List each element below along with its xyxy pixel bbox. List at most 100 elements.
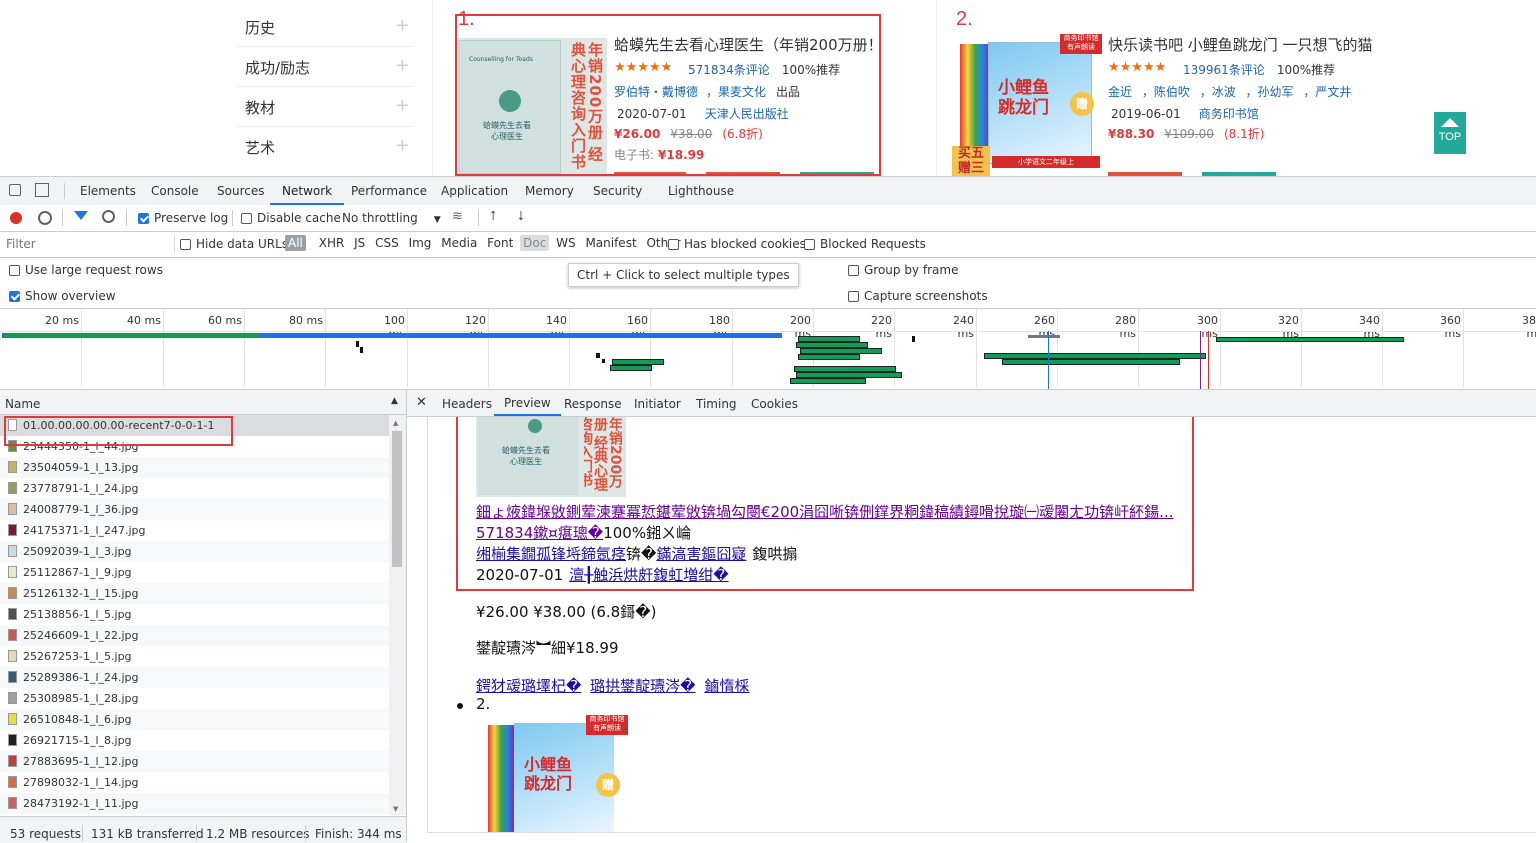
has-blocked-cookies-checkbox[interactable]: Has blocked cookies bbox=[668, 237, 806, 251]
type-doc[interactable]: Doc bbox=[520, 235, 550, 251]
tab-initiator[interactable]: Initiator bbox=[634, 397, 681, 411]
image-file-icon bbox=[8, 650, 17, 662]
type-css[interactable]: CSS bbox=[372, 235, 402, 251]
book-cover[interactable]: 商务印书馆 有声朗读 小鲤鱼跳龙门 赠 买五 赠三 小学语文二年级上 bbox=[952, 34, 1102, 176]
tab-console[interactable]: Console bbox=[151, 177, 199, 205]
type-js[interactable]: JS bbox=[351, 235, 368, 251]
book-title[interactable]: 快乐读书吧 小鲤鱼跳龙门 一只想飞的猫 bbox=[1108, 34, 1373, 55]
request-row[interactable]: 25308985-1_l_28.jpg bbox=[0, 688, 389, 709]
author-link[interactable]: ，陈伯吹 bbox=[1142, 85, 1190, 99]
tab-application[interactable]: Application bbox=[441, 177, 508, 205]
tab-lighthouse[interactable]: Lighthouse bbox=[668, 177, 734, 205]
list-header[interactable]: Name ▲ bbox=[0, 390, 406, 415]
garbled-ebook-link[interactable]: 璐拱鐢靛瓙涔� bbox=[590, 677, 695, 695]
plus-icon[interactable]: + bbox=[395, 55, 410, 76]
garbled-favorite-link[interactable]: 鏀惰棌 bbox=[704, 677, 749, 695]
close-icon[interactable]: ✕ bbox=[416, 395, 427, 410]
show-overview-checkbox[interactable]: Show overview bbox=[9, 289, 116, 303]
cover-badge: 商务印书馆 有声朗读 bbox=[1060, 34, 1102, 54]
sort-up-icon[interactable]: ▲ bbox=[391, 396, 398, 406]
tab-security[interactable]: Security bbox=[593, 177, 642, 205]
request-row[interactable]: 24008779-1_l_36.jpg bbox=[0, 499, 389, 520]
tab-preview[interactable]: Preview bbox=[494, 390, 561, 416]
plus-icon[interactable]: + bbox=[395, 15, 410, 36]
request-row[interactable]: 23504059-1_l_13.jpg bbox=[0, 457, 389, 478]
back-to-top-button[interactable]: TOP bbox=[1434, 112, 1466, 154]
type-manifest[interactable]: Manifest bbox=[582, 235, 639, 251]
author-link[interactable]: ，严文井 bbox=[1303, 85, 1351, 99]
image-file-icon bbox=[8, 776, 17, 788]
request-row[interactable]: 23778791-1_l_24.jpg bbox=[0, 478, 389, 499]
tab-elements[interactable]: Elements bbox=[80, 177, 136, 205]
rating-stars: ★★★★★ bbox=[1108, 60, 1167, 75]
type-all[interactable]: All bbox=[285, 235, 306, 251]
finish-time: Finish: 344 ms bbox=[315, 827, 402, 841]
import-har-icon[interactable]: ⭡ bbox=[490, 209, 496, 224]
record-icon[interactable] bbox=[10, 212, 22, 224]
network-conditions-icon[interactable]: ≋ bbox=[452, 209, 463, 224]
category-item-success[interactable]: 成功/励志 + bbox=[236, 48, 414, 87]
scrollbar[interactable]: ▲ ▼ bbox=[389, 415, 406, 815]
tab-cookies[interactable]: Cookies bbox=[751, 397, 798, 411]
request-row[interactable]: 27898032-1_l_14.jpg bbox=[0, 772, 389, 793]
type-img[interactable]: Img bbox=[406, 235, 435, 251]
group-by-frame-checkbox[interactable]: Group by frame bbox=[848, 263, 958, 277]
category-item-history[interactable]: 历史 + bbox=[236, 8, 414, 47]
type-font[interactable]: Font bbox=[484, 235, 516, 251]
tab-timing[interactable]: Timing bbox=[696, 397, 737, 411]
type-ws[interactable]: WS bbox=[553, 235, 578, 251]
request-row[interactable]: 25126132-1_l_15.jpg bbox=[0, 583, 389, 604]
tab-sources[interactable]: Sources bbox=[217, 177, 264, 205]
filter-input[interactable] bbox=[2, 235, 175, 253]
preserve-log-checkbox[interactable]: Preserve log bbox=[138, 211, 228, 225]
device-toolbar-icon[interactable] bbox=[35, 183, 49, 197]
hide-data-urls-checkbox[interactable]: Hide data URLs bbox=[180, 237, 288, 251]
press-link[interactable]: 商务印书馆 bbox=[1199, 107, 1259, 121]
category-item-art[interactable]: 艺术 + bbox=[236, 128, 414, 166]
timeline-overview[interactable]: 20 ms40 ms60 ms80 ms100 ms120 ms140 ms16… bbox=[0, 309, 1536, 390]
search-icon[interactable] bbox=[102, 210, 115, 223]
name-column-header[interactable]: Name bbox=[5, 397, 40, 411]
request-row[interactable]: 25267253-1_l_5.jpg bbox=[0, 646, 389, 667]
request-row[interactable]: 25138856-1_l_5.jpg bbox=[0, 604, 389, 625]
tab-response[interactable]: Response bbox=[564, 397, 622, 411]
filter-icon[interactable] bbox=[74, 211, 88, 220]
tab-performance[interactable]: Performance bbox=[351, 177, 427, 205]
tab-network[interactable]: Network bbox=[270, 177, 345, 205]
author-link[interactable]: ，冰波 bbox=[1200, 85, 1236, 99]
tab-headers[interactable]: Headers bbox=[442, 397, 492, 411]
plus-icon[interactable]: + bbox=[395, 95, 410, 116]
request-row[interactable]: 25092039-1_l_3.jpg bbox=[0, 541, 389, 562]
details-pane: ✕ Headers Preview Response Initiator Tim… bbox=[407, 390, 1536, 842]
request-name: 24008779-1_l_36.jpg bbox=[23, 503, 139, 516]
export-har-icon[interactable]: ⭣ bbox=[518, 209, 524, 224]
request-row[interactable]: 26510848-1_l_6.jpg bbox=[0, 709, 389, 730]
inspect-element-icon[interactable] bbox=[9, 184, 21, 196]
capture-screenshots-checkbox[interactable]: Capture screenshots bbox=[848, 289, 988, 303]
tab-memory[interactable]: Memory bbox=[525, 177, 574, 205]
scrollbar-thumb[interactable] bbox=[392, 431, 402, 567]
type-xhr[interactable]: XHR bbox=[316, 235, 348, 251]
request-row[interactable]: 27883695-1_l_12.jpg bbox=[0, 751, 389, 772]
request-row[interactable]: 25112867-1_l_9.jpg bbox=[0, 562, 389, 583]
author-link[interactable]: ，孙幼军 bbox=[1246, 85, 1294, 99]
blocked-requests-checkbox[interactable]: Blocked Requests bbox=[804, 237, 926, 251]
price: ¥88.30 bbox=[1108, 127, 1155, 141]
request-row[interactable]: 28473192-1_l_11.jpg bbox=[0, 793, 389, 814]
type-media[interactable]: Media bbox=[438, 235, 480, 251]
plus-icon[interactable]: + bbox=[395, 135, 410, 156]
reviews-link[interactable]: 139961条评论 bbox=[1183, 63, 1265, 77]
throttling-select[interactable]: No throttling ▼ bbox=[342, 211, 441, 225]
request-row[interactable]: 25289386-1_l_24.jpg bbox=[0, 667, 389, 688]
request-row[interactable]: 26921715-1_l_8.jpg bbox=[0, 730, 389, 751]
request-row[interactable]: 25246609-1_l_22.jpg bbox=[0, 625, 389, 646]
garbled-cart-link[interactable]: 鍔犲叆璐墿杞� bbox=[476, 677, 581, 695]
clear-icon[interactable] bbox=[38, 211, 52, 225]
disable-cache-checkbox[interactable]: Disable cache bbox=[241, 211, 341, 225]
author-link[interactable]: 金近 bbox=[1108, 85, 1132, 99]
category-item-textbook[interactable]: 教材 + bbox=[236, 88, 414, 127]
large-rows-checkbox[interactable]: Use large request rows bbox=[9, 263, 163, 277]
request-row[interactable]: 24175371-1_l_247.jpg bbox=[0, 520, 389, 541]
timeline-gridline bbox=[732, 309, 733, 387]
timeline-tick-label: 20 ms bbox=[45, 314, 79, 327]
